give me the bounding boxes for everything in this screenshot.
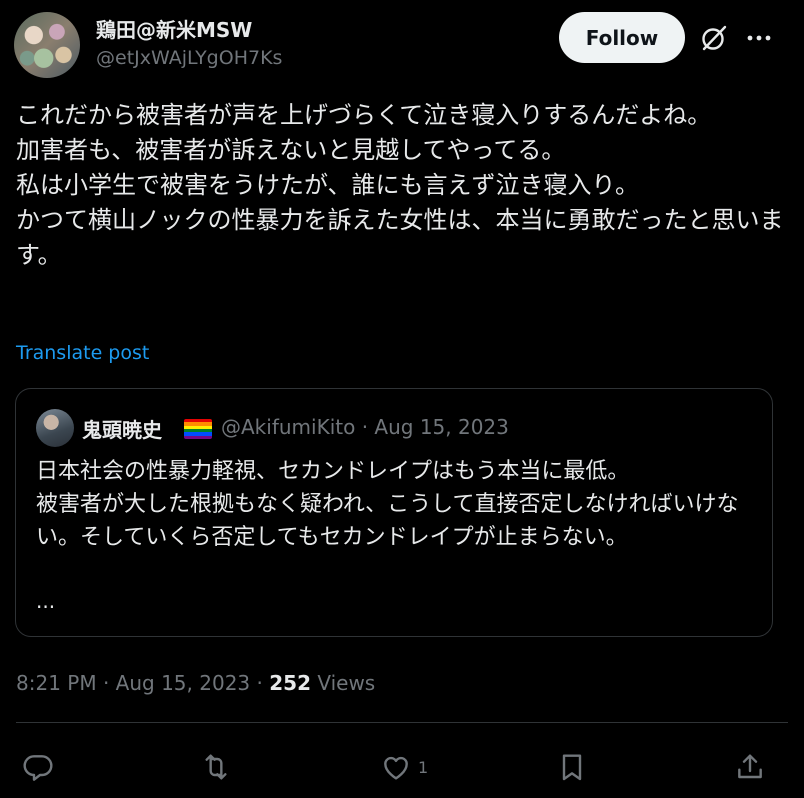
translate-post-link[interactable]: Translate post: [16, 342, 149, 364]
post-text: これだから被害者が声を上げづらくて泣き寝入りするんだよね。 加害者も、被害者が訴…: [16, 101, 784, 269]
share-button[interactable]: [734, 750, 766, 784]
like-button[interactable]: 1: [380, 750, 428, 784]
rainbow-flag-emoji: [184, 419, 212, 439]
views-label: Views: [317, 671, 376, 695]
views-count: 252: [269, 671, 311, 695]
post-detail: 鶏田@新米MSW @etJxWAjLYgOH7Ks Follow これだから被害…: [0, 0, 804, 798]
bookmark-button[interactable]: [556, 750, 588, 784]
author-handle[interactable]: @etJxWAjLYgOH7Ks: [96, 47, 282, 69]
quoted-meta: @AkifumiKito · Aug 15, 2023: [221, 415, 509, 439]
quoted-post-ellipsis: ...: [36, 589, 56, 613]
repost-icon: [205, 754, 227, 780]
heart-icon: [384, 756, 408, 780]
reply-icon: [23, 755, 53, 781]
author-avatar[interactable]: [14, 12, 80, 78]
quoted-author-avatar[interactable]: [36, 409, 74, 447]
quoted-author-display-name: 鬼頭暁史: [82, 418, 162, 442]
post-time[interactable]: 8:21 PM: [16, 671, 97, 695]
separator-dot: ·: [102, 671, 110, 695]
follow-button[interactable]: Follow: [559, 12, 685, 63]
grok-icon[interactable]: [700, 24, 728, 52]
reply-button[interactable]: [22, 750, 54, 784]
more-options-icon[interactable]: [744, 24, 774, 52]
divider: [16, 722, 788, 723]
post-date[interactable]: Aug 15, 2023: [116, 671, 250, 695]
quoted-post-card[interactable]: 鬼頭暁史 @AkifumiKito · Aug 15, 2023 日本社会の性暴…: [15, 388, 773, 637]
separator-dot: ·: [256, 671, 263, 695]
share-icon: [738, 754, 762, 779]
repost-button[interactable]: [200, 750, 232, 784]
like-count: 1: [418, 757, 429, 777]
separator-dot: ·: [361, 415, 369, 439]
author-display-name[interactable]: 鶏田@新米MSW: [96, 14, 252, 43]
bookmark-icon: [562, 754, 582, 781]
post-meta: 8:21 PM · Aug 15, 2023 · 252 Views: [16, 671, 375, 695]
quoted-author-handle: @AkifumiKito: [221, 415, 356, 439]
quoted-post-text: 日本社会の性暴力軽視、セカンドレイプはもう本当に最低。 被害者が大した根拠もなく…: [36, 459, 739, 550]
quoted-post-date: Aug 15, 2023: [374, 415, 509, 439]
